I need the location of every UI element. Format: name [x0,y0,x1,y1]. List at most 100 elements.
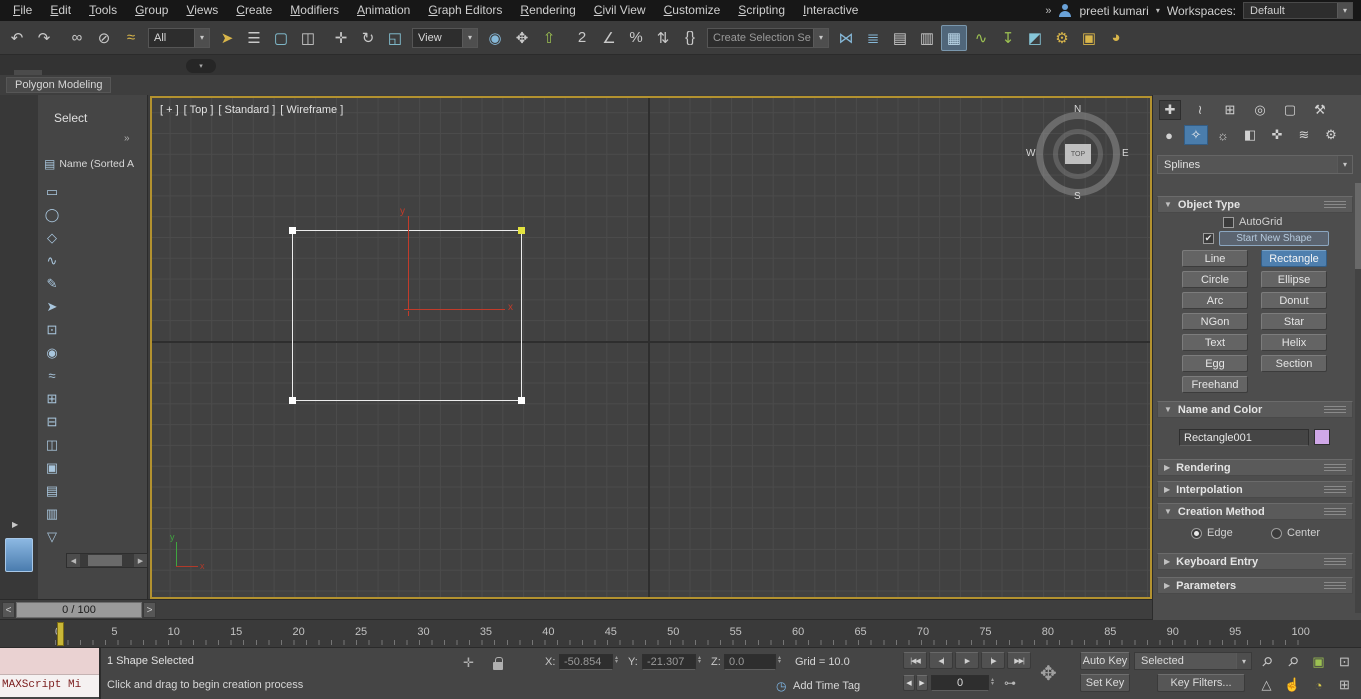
line-button[interactable]: Line [1182,250,1248,267]
vertex-handle-first[interactable] [518,227,525,234]
circle-select-region-icon[interactable]: ◯ [43,206,61,223]
spinner-down-icon[interactable]: ▾ [778,660,781,664]
menu-item[interactable]: Modifiers [281,0,348,21]
select-by-name-icon[interactable]: ☰ [241,25,267,51]
maxscript-mini-listener[interactable]: MAXScript Mi [0,648,101,699]
render-production-icon[interactable]: ◕ [1103,25,1129,51]
menu-item[interactable]: File [4,0,41,21]
select-object-icon[interactable]: ➤ [214,25,240,51]
use-pivot-point-icon[interactable]: ◉ [482,25,508,51]
object-name-field[interactable] [1179,429,1309,446]
time-slider-handle[interactable]: 0 / 100 [16,602,142,618]
navigation-cross-icon[interactable]: ✥ [1040,661,1057,686]
previous-frame-arrow[interactable]: < [2,602,15,618]
orbit-icon[interactable]: ◔ [1306,674,1331,696]
edge-radio[interactable] [1191,528,1202,539]
helix-button[interactable]: Helix [1261,334,1327,351]
time-slider[interactable]: < 0 / 100 > [0,599,1152,620]
previous-key-icon[interactable]: ◀ [903,675,915,691]
object-color-swatch[interactable] [1314,429,1330,445]
viewcube-top-face[interactable]: TOP [1065,144,1091,164]
circle-button[interactable]: Circle [1182,271,1248,288]
set-key-button[interactable]: Set Key [1080,674,1130,692]
named-selection-sets-icon[interactable]: {} [677,25,703,51]
go-to-start-icon[interactable]: |◀◀ [903,652,927,669]
egg-button[interactable]: Egg [1182,355,1248,372]
arc-button[interactable]: Arc [1182,292,1248,309]
star-button[interactable]: Star [1261,313,1327,330]
selection-filter-icon[interactable]: ▽ [43,528,61,545]
viewport-top[interactable]: [ + ][ Top ][ Standard ][ Wireframe ] y … [150,96,1152,599]
menu-item[interactable]: Edit [41,0,80,21]
ribbon-toggle-icon[interactable]: ▦ [941,25,967,51]
ngon-button[interactable]: NGon [1182,313,1248,330]
track-bar[interactable]: 0510152025303540455055606570758085909510… [0,620,1361,648]
vertex-handle[interactable] [518,397,525,404]
time-tag-clock-icon[interactable]: ◷ [776,679,786,693]
space-warps-category-icon[interactable]: ≋ [1292,125,1316,145]
snaps-toggle-icon[interactable]: 2 [569,25,595,51]
listener-pane[interactable]: MAXScript Mi [0,674,99,697]
auto-key-button[interactable]: Auto Key [1080,652,1130,670]
hierarchy-tab-icon[interactable]: ⊞ [1219,100,1241,120]
spinner-snap-icon[interactable]: ⇅ [650,25,676,51]
start-new-shape-button[interactable]: Start New Shape [1219,231,1329,246]
mirror-icon[interactable]: ⋈ [833,25,859,51]
donut-button[interactable]: Donut [1261,292,1327,309]
scroll-right-icon[interactable]: ▶ [134,554,147,567]
vertex-handle[interactable] [289,397,296,404]
viewcube-east[interactable]: E [1122,148,1129,159]
center-radio[interactable] [1271,528,1282,539]
ellipse-button[interactable]: Ellipse [1261,271,1327,288]
scrollbar-thumb[interactable] [88,555,122,566]
bind-to-space-warp-icon[interactable]: ≈ [118,25,144,51]
scrollbar-thumb[interactable] [1355,183,1361,269]
menu-item[interactable]: Scripting [729,0,794,21]
systems-category-icon[interactable]: ⚙ [1319,125,1343,145]
undo-icon[interactable]: ↶ [4,25,30,51]
key-selection-select[interactable]: Selected ▾ [1134,652,1252,670]
layer-explorer-icon[interactable]: ▥ [914,25,940,51]
utilities-tab-icon[interactable]: ⚒ [1309,100,1331,120]
paint-select-region-icon[interactable]: ✎ [43,275,61,292]
signed-in-user[interactable]: preeti kumari [1079,4,1148,18]
menu-item[interactable]: Customize [655,0,730,21]
select-and-rotate-icon[interactable]: ↻ [355,25,381,51]
go-to-end-icon[interactable]: ▶▶| [1007,652,1031,669]
create-tab-icon[interactable]: ✚ [1159,100,1181,120]
outline-selection-icon[interactable]: ▣ [43,459,61,476]
display-tab-icon[interactable]: ▢ [1279,100,1301,120]
x-coordinate-field[interactable] [559,654,613,670]
selection-lock-icon[interactable] [493,662,503,670]
menu-item[interactable]: Create [227,0,281,21]
current-frame-field[interactable] [931,675,989,691]
menu-item[interactable]: Tools [80,0,126,21]
select-and-manipulate-icon[interactable]: ✥ [509,25,535,51]
soft-selection-icon[interactable]: ◉ [43,344,61,361]
helpers-category-icon[interactable]: ✜ [1265,125,1289,145]
start-new-shape-checkbox[interactable]: ✔ [1203,233,1214,244]
fence-select-region-icon[interactable]: ◇ [43,229,61,246]
rollout-keyboard-entry[interactable]: ▶ Keyboard Entry [1157,553,1353,570]
menu-item[interactable]: Rendering [511,0,584,21]
add-time-tag[interactable]: Add Time Tag [793,680,860,692]
rollout-rendering[interactable]: ▶ Rendering [1157,459,1353,476]
lights-category-icon[interactable]: ☼ [1211,125,1235,145]
transform-gizmo-icon[interactable]: ✛ [463,655,474,671]
select-by-vertex-icon[interactable]: ⊡ [43,321,61,338]
keyboard-override-icon[interactable]: ⇧ [536,25,562,51]
play-icon[interactable]: ▶ [955,652,979,669]
spline-category-select[interactable]: Splines ▾ [1157,155,1353,174]
zoom-extents-icon[interactable]: ▣ [1306,651,1331,673]
named-selection-set-select[interactable]: Create Selection Se ▾ [707,28,829,48]
zoom-all-icon[interactable]: ⚲ [1280,651,1305,673]
angle-snap-icon[interactable]: ∠ [596,25,622,51]
menu-item[interactable]: Interactive [794,0,867,21]
zoom-icon[interactable]: ⚲ [1254,651,1279,673]
cameras-category-icon[interactable]: ◧ [1238,125,1262,145]
rectangular-selection-region-icon[interactable]: ▢ [268,25,294,51]
next-frame-icon[interactable]: |▶ [981,652,1005,669]
text-button[interactable]: Text [1182,334,1248,351]
unlink-selection-icon[interactable]: ⊘ [91,25,117,51]
spinner-down-icon[interactable]: ▾ [991,682,994,686]
